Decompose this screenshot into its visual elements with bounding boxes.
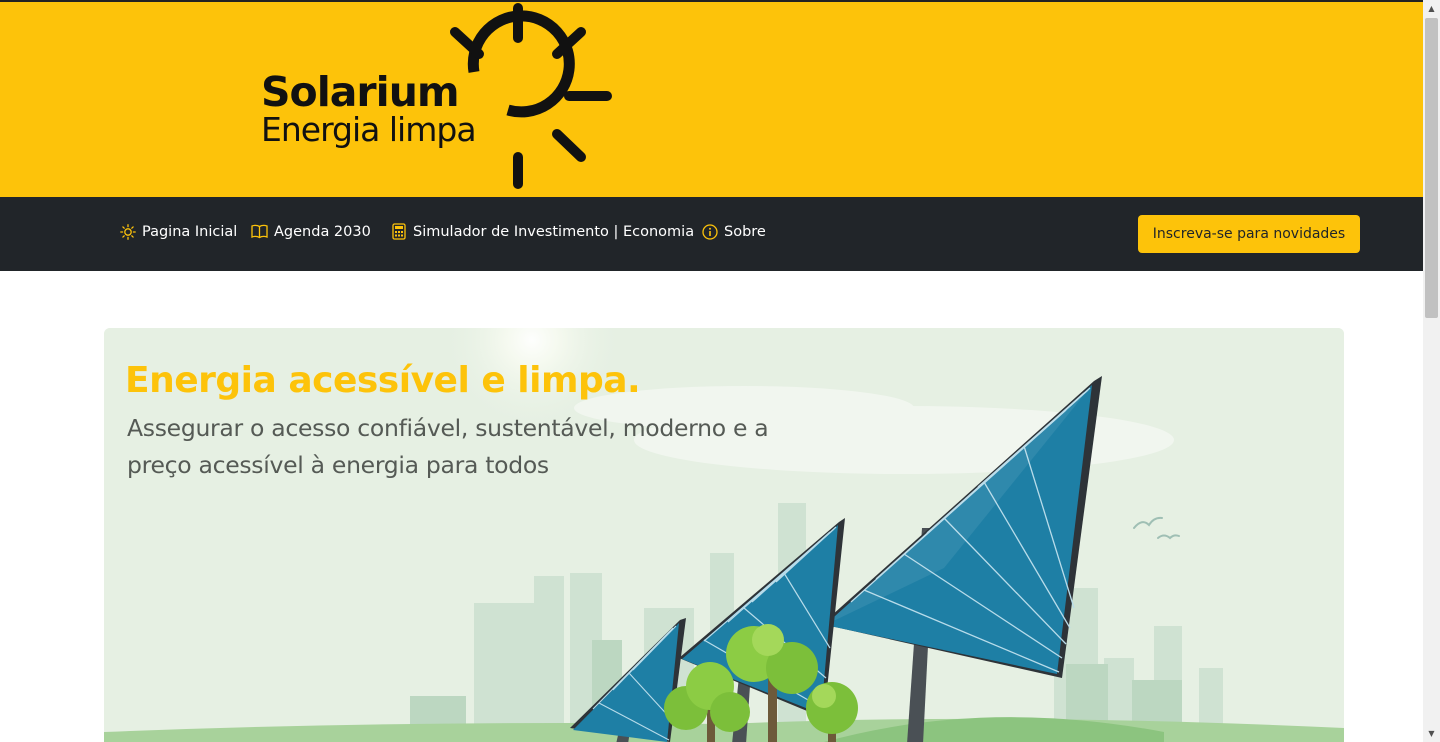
solarium-logo[interactable]: Solarium Energia limpa	[255, 2, 625, 197]
scroll-thumb[interactable]	[1425, 18, 1438, 318]
main-navbar: Pagina Inicial Agenda 2030 Simulador de …	[0, 197, 1423, 271]
nav-item-about[interactable]: Sobre	[701, 223, 766, 240]
page-scrollbar[interactable]: ▲ ▼	[1423, 0, 1440, 742]
site-header: Solarium Energia limpa	[0, 2, 1423, 197]
scroll-up-arrow-icon[interactable]: ▲	[1423, 0, 1440, 17]
scroll-down-arrow-icon[interactable]: ▼	[1423, 725, 1440, 742]
hero-banner: Energia acessível e limpa. Assegurar o a…	[104, 328, 1344, 742]
book-icon	[251, 223, 268, 240]
nav-item-agenda[interactable]: Agenda 2030	[251, 223, 371, 240]
logo-title: Solarium	[261, 68, 460, 116]
nav-item-label: Agenda 2030	[274, 223, 371, 240]
hero-subtitle: Assegurar o acesso confiável, sustentáve…	[127, 414, 769, 479]
info-icon	[701, 223, 718, 240]
nav-item-label: Sobre	[724, 223, 766, 240]
nav-item-simulator[interactable]: Simulador de Investimento | Economia	[390, 223, 694, 240]
subscribe-button[interactable]: Inscreva-se para novidades	[1138, 215, 1360, 253]
sun-icon	[119, 223, 136, 240]
hero-title: Energia acessível e limpa.	[125, 360, 641, 401]
nav-item-label: Pagina Inicial	[142, 223, 238, 240]
nav-item-label: Simulador de Investimento | Economia	[413, 223, 695, 240]
calculator-icon	[390, 223, 407, 240]
logo-subtitle: Energia limpa	[261, 110, 477, 149]
nav-item-home[interactable]: Pagina Inicial	[119, 223, 237, 240]
